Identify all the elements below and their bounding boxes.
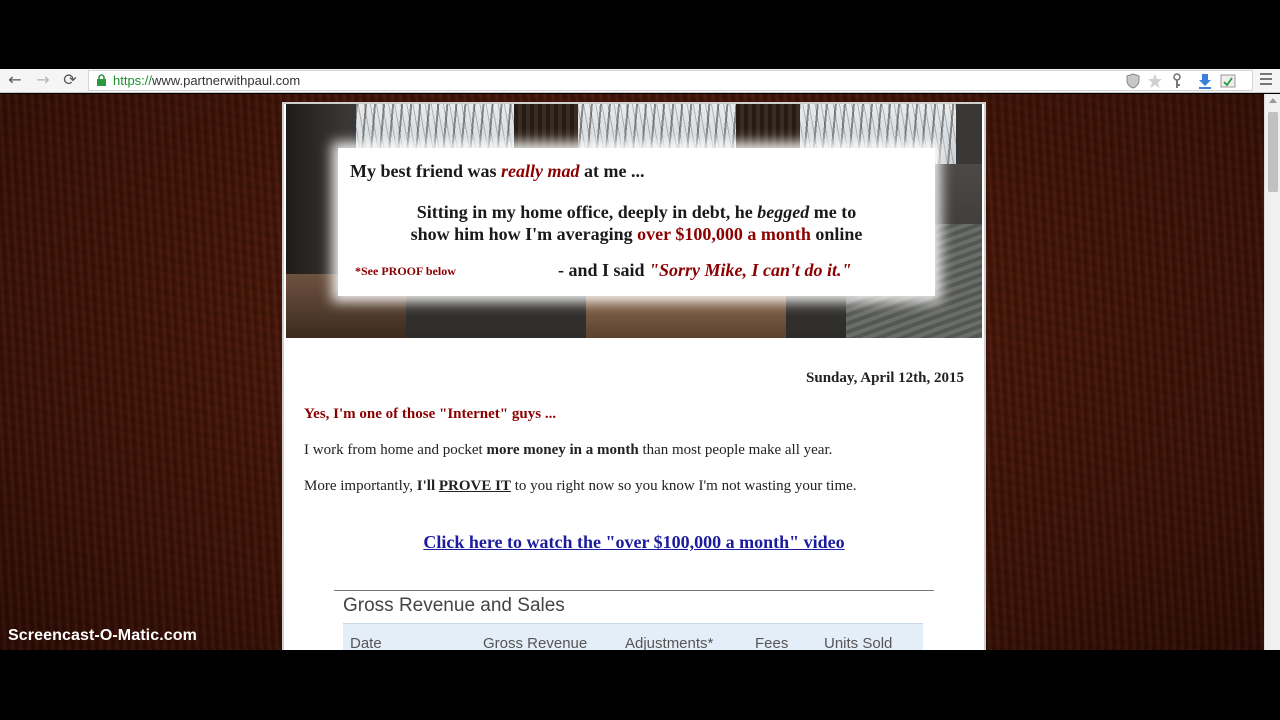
browser-toolbar: ← → ⟳ https://www.partnerwithpaul.com xyxy=(0,69,1280,93)
shield-icon[interactable] xyxy=(1125,73,1141,89)
paragraph-1: I work from home and pocket more money i… xyxy=(304,442,833,458)
column-header-gross-revenue: Gross Revenue xyxy=(483,635,588,650)
proof-note: *See PROOF below xyxy=(355,264,456,278)
headline-line-4: - and I said "Sorry Mike, I can't do it.… xyxy=(558,260,852,280)
paragraph-2: More importantly, I'll PROVE IT to you r… xyxy=(304,478,857,494)
letter-date: Sunday, April 12th, 2015 xyxy=(806,370,964,386)
back-button[interactable]: ← xyxy=(4,70,26,90)
page-viewport: My best friend was really mad at me ... … xyxy=(0,94,1264,650)
reload-button[interactable]: ⟳ xyxy=(59,70,81,90)
column-header-fees: Fees xyxy=(755,635,789,650)
column-header-units-sold: Units Sold xyxy=(824,635,893,650)
lock-icon xyxy=(97,74,106,86)
column-header-adjustments: Adjustments* xyxy=(625,635,714,650)
url-scheme: https:// xyxy=(113,73,153,88)
intro-heading: Yes, I'm one of those "Internet" guys ..… xyxy=(304,406,557,422)
headline-line-2: Sitting in my home office, deeply in deb… xyxy=(410,202,863,244)
column-header-date: Date xyxy=(350,635,382,650)
revenue-panel-title: Gross Revenue and Sales xyxy=(343,595,565,616)
watch-video-link[interactable]: Click here to watch the "over $100,000 a… xyxy=(304,532,964,553)
scroll-thumb[interactable] xyxy=(1268,112,1278,192)
header-banner-image: My best friend was really mad at me ... … xyxy=(286,104,982,338)
key-icon[interactable] xyxy=(1169,73,1185,89)
sales-page: My best friend was really mad at me ... … xyxy=(282,102,986,650)
url-text[interactable]: https://www.partnerwithpaul.com xyxy=(113,72,300,89)
spellcheck-extension-icon[interactable] xyxy=(1220,73,1236,89)
screencast-watermark: Screencast-O-Matic.com xyxy=(8,627,197,644)
url-host: www.partnerwithpaul.com xyxy=(152,73,301,88)
menu-icon[interactable] xyxy=(1260,73,1272,87)
gross-revenue-panel: Gross Revenue and Sales Date Gross Reven… xyxy=(334,590,934,650)
page-scrollbar[interactable] xyxy=(1264,94,1280,650)
extension-download-icon[interactable] xyxy=(1197,73,1213,89)
forward-button[interactable]: → xyxy=(32,70,54,90)
bookmark-star-icon[interactable] xyxy=(1147,73,1163,89)
headline-line-1: My best friend was really mad at me ... xyxy=(350,161,645,181)
scroll-up-arrow[interactable] xyxy=(1269,98,1277,103)
headline-box: My best friend was really mad at me ... … xyxy=(338,148,935,296)
address-bar[interactable]: https://www.partnerwithpaul.com xyxy=(88,70,1253,91)
revenue-table-header: Date Gross Revenue Adjustments* Fees Uni… xyxy=(343,623,923,650)
